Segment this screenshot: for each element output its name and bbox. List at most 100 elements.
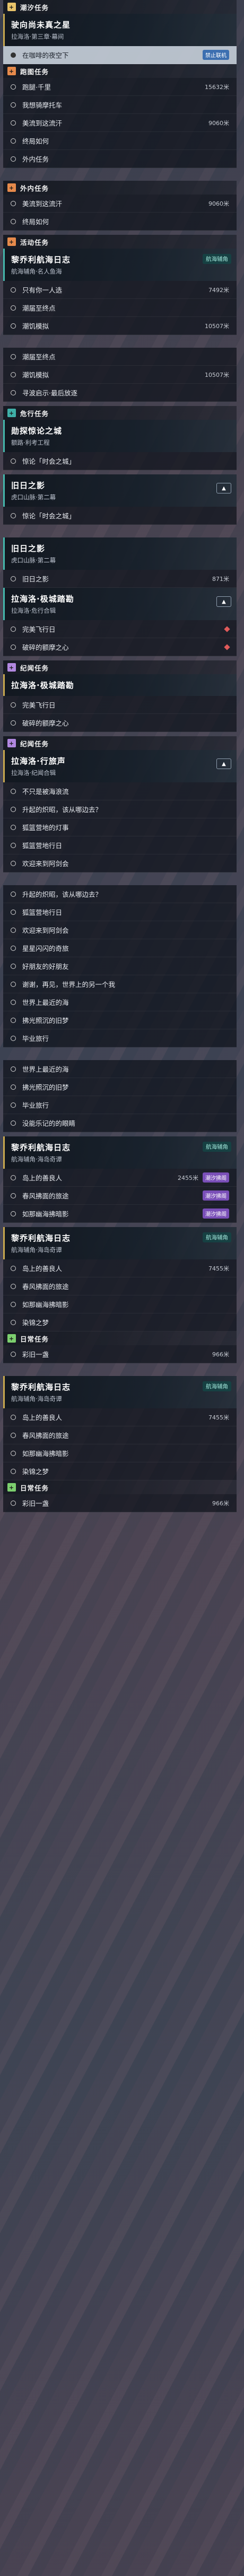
- status-dot-icon: [11, 1102, 16, 1108]
- quest-row[interactable]: 终局如何: [3, 132, 237, 150]
- quest-row[interactable]: 狐篮营地行日: [3, 836, 237, 854]
- quest-row[interactable]: 岛上的善良人 2455米 潮汐拂阁: [3, 1169, 237, 1187]
- quest-row[interactable]: 如那幽海拂暗影: [3, 1295, 237, 1313]
- quest-row[interactable]: 世界上最近的海: [3, 1060, 237, 1078]
- quest-row[interactable]: 拂光照沉的旧梦: [3, 1078, 237, 1096]
- status-dot-icon: [11, 626, 16, 632]
- section-header-external[interactable]: + 外内任务: [3, 181, 237, 195]
- quest-card[interactable]: 驶向尚未真之星 拉海洛·第三章·幕间: [3, 14, 237, 46]
- section-header-daily[interactable]: + 日常任务: [3, 1480, 237, 1494]
- quest-row[interactable]: 谢谢，再见，世界上的另一个我: [3, 975, 237, 993]
- quest-row[interactable]: 春风拂面的旅途: [3, 1426, 237, 1444]
- quest-row[interactable]: 升起的炽昭，该从哪边去？: [3, 885, 237, 903]
- status-dot-icon: [11, 1468, 16, 1474]
- quest-row[interactable]: 外内任务: [3, 150, 237, 168]
- status-dot-icon: [11, 1283, 16, 1289]
- plus-icon: +: [7, 183, 16, 192]
- quest-card[interactable]: 黎乔利航海日志 航海辅角·海岛奇谭 航海辅角: [3, 1136, 237, 1169]
- quest-row[interactable]: 欢迎来到阿剑会: [3, 854, 237, 872]
- quest-row[interactable]: 世界上最近的海: [3, 993, 237, 1011]
- collapse-button[interactable]: ▲: [216, 483, 231, 493]
- quest-row[interactable]: 潮届至终点: [3, 299, 237, 317]
- status-dot-icon: [11, 1193, 16, 1198]
- quest-panel: + 潮汐任务 驶向尚未真之星 拉海洛·第三章·幕间 在咖啡的夜空下 禁止联机 + 跑图任…: [3, 0, 237, 1512]
- marker-icon: [224, 643, 230, 650]
- section-header-danger[interactable]: + 危行任务: [3, 406, 237, 420]
- quest-row[interactable]: 只有你一人选 7492米: [3, 281, 237, 299]
- quest-row[interactable]: 美流到这流汗 9060米: [3, 195, 237, 213]
- collapse-button[interactable]: ▲: [216, 758, 231, 769]
- status-dot-icon: [11, 1319, 16, 1325]
- quest-card[interactable]: 黎乔利航海日志 航海辅角·海岛奇谭 航海辅角: [3, 1376, 237, 1408]
- section-header-tide[interactable]: + 潮汐任务: [3, 0, 237, 14]
- quest-card[interactable]: 拉海洛·极城踏勘: [3, 674, 237, 696]
- quest-card[interactable]: 拉海洛·极城踏勘 拉海洛·危行合辑 ▲: [3, 588, 237, 620]
- quest-row[interactable]: 欢迎来到阿剑会: [3, 921, 237, 939]
- quest-row[interactable]: 毕业旅行: [3, 1096, 237, 1114]
- status-dot-icon: [11, 891, 16, 897]
- quest-row[interactable]: 破碎的额摩之心: [3, 714, 237, 732]
- quest-row[interactable]: 染锦之梦: [3, 1462, 237, 1480]
- quest-row[interactable]: 如那幽海拂暗影 潮汐拂阁: [3, 1205, 237, 1223]
- quest-row[interactable]: 狐篮营地的灯事: [3, 818, 237, 836]
- plus-icon: +: [7, 237, 16, 246]
- quest-row[interactable]: 拂光照沉的旧梦: [3, 1011, 237, 1029]
- section-header-chronicle[interactable]: + 纪闻任务: [3, 660, 237, 674]
- quest-row[interactable]: 潮届至终点: [3, 348, 237, 366]
- quest-row[interactable]: 惊论「时会之城」: [3, 452, 237, 470]
- status-dot-icon: [11, 1450, 16, 1456]
- quest-row[interactable]: 彩旧一盏 966米: [3, 1345, 237, 1363]
- quest-row[interactable]: 终局如何: [3, 213, 237, 231]
- quest-row[interactable]: 完美飞行日: [3, 620, 237, 638]
- status-dot-icon: [11, 1035, 16, 1041]
- quest-row[interactable]: 春风拂面的旅途: [3, 1277, 237, 1295]
- quest-row[interactable]: 如那幽海拂暗影: [3, 1444, 237, 1462]
- quest-row[interactable]: 惊论「时会之城」: [3, 507, 237, 525]
- section-header-daily[interactable]: + 日常任务: [3, 1331, 237, 1345]
- quest-row[interactable]: 破碎的额摩之心: [3, 638, 237, 656]
- quest-card[interactable]: 旧日之影 虎口山脉·第二幕: [3, 537, 237, 570]
- quest-row[interactable]: 我想骑摩托车: [3, 96, 237, 114]
- quest-row[interactable]: 完美飞行日: [3, 696, 237, 714]
- section-header-errand[interactable]: + 跑图任务: [3, 64, 237, 78]
- quest-row[interactable]: 升起的炽昭，该从哪边去？: [3, 800, 237, 818]
- section-header-chronicle[interactable]: + 纪闻任务: [3, 736, 237, 750]
- quest-row[interactable]: 岛上的善良人 7455米: [3, 1259, 237, 1277]
- quest-row[interactable]: 春风拂面的旅途 潮汐拂阁: [3, 1187, 237, 1205]
- quest-row[interactable]: 好朋友的好朋友: [3, 957, 237, 975]
- collapse-button[interactable]: ▲: [216, 596, 231, 607]
- status-dot-icon: [11, 1432, 16, 1438]
- quest-card[interactable]: 勋探惊论之城 额路·利考工程: [3, 420, 237, 452]
- quest-row[interactable]: 岛上的善良人 7455米: [3, 1408, 237, 1426]
- status-dot-icon: [11, 860, 16, 866]
- status-dot-icon: [11, 963, 16, 969]
- quest-row[interactable]: 彩旧一盏 966米: [3, 1494, 237, 1512]
- quest-row[interactable]: 旧日之影 871米: [3, 570, 237, 588]
- category-tag: 航海辅角: [203, 1381, 231, 1391]
- status-dot-icon: [11, 702, 16, 708]
- status-dot-icon: [11, 981, 16, 987]
- section-header-event[interactable]: + 活动任务: [3, 235, 237, 249]
- quest-row[interactable]: 潮饥模拟 10507米: [3, 317, 237, 335]
- status-dot-icon: [11, 156, 16, 162]
- tide-badge: 潮汐拂阁: [203, 1172, 229, 1183]
- status-dot-icon: [11, 513, 16, 518]
- status-dot-icon: [11, 1084, 16, 1090]
- quest-card[interactable]: 黎乔利航海日志 航海辅角·海岛奇谭 航海辅角: [3, 1227, 237, 1259]
- status-dot-icon: [11, 1500, 16, 1506]
- quest-card[interactable]: 黎乔利航海日志 航海辅角·名人鱼海 航海辅角: [3, 249, 237, 281]
- quest-row[interactable]: 潮饥模拟 10507米: [3, 366, 237, 384]
- status-dot-icon: [11, 644, 16, 650]
- quest-row[interactable]: 星星闪闪的奇旅: [3, 939, 237, 957]
- quest-row[interactable]: 跑腿·千里 15632米: [3, 78, 237, 96]
- quest-row[interactable]: 不只是被海浪流: [3, 782, 237, 800]
- quest-row[interactable]: 没能乐记的的眼睛: [3, 1114, 237, 1132]
- quest-row-active[interactable]: 在咖啡的夜空下 禁止联机: [3, 46, 237, 64]
- quest-row[interactable]: 美流到这流汗 9060米: [3, 114, 237, 132]
- quest-row[interactable]: 狐篮营地行日: [3, 903, 237, 921]
- quest-card[interactable]: 拉海洛·行旅声 拉海洛·纪闻合辑 ▲: [3, 750, 237, 782]
- quest-row[interactable]: 染锦之梦: [3, 1313, 237, 1331]
- quest-row[interactable]: 寻波启示·最后放逐: [3, 384, 237, 402]
- quest-card[interactable]: 旧日之影 虎口山脉·第二幕 ▲: [3, 474, 237, 507]
- quest-row[interactable]: 毕业旅行: [3, 1029, 237, 1047]
